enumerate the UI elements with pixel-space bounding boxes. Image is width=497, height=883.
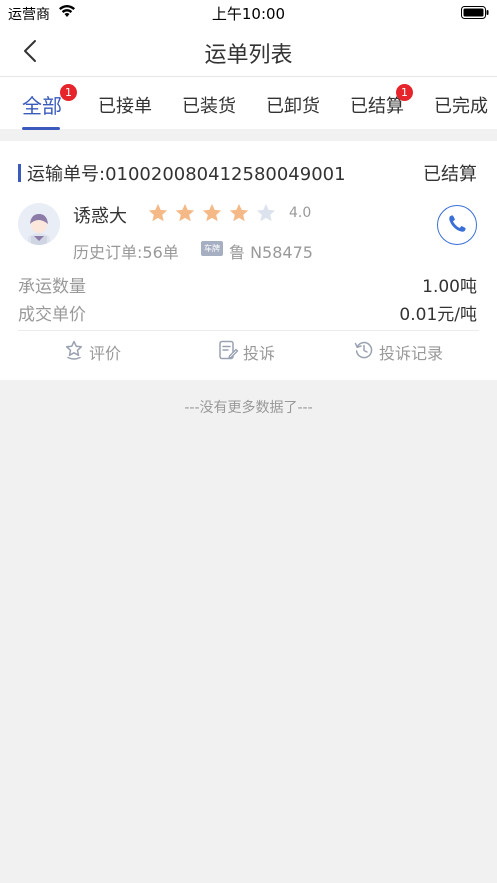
driver-name: 诱惑大 xyxy=(73,206,127,227)
status-tabs: 全部 1 已接单 已装货 已卸货 已结算 1 已完成 xyxy=(0,77,497,129)
complain-button[interactable]: 投诉 xyxy=(217,339,287,363)
tab-unloaded[interactable]: 已卸货 xyxy=(266,92,320,118)
star-icon xyxy=(202,203,222,222)
star-icon xyxy=(175,203,195,222)
unit-price-value: 0.01元/吨 xyxy=(399,305,477,325)
card-divider xyxy=(18,330,479,331)
complaint-history-label: 投诉记录 xyxy=(379,344,444,363)
avatar xyxy=(18,203,60,245)
complain-label: 投诉 xyxy=(243,344,276,363)
tab-all-badge: 1 xyxy=(60,84,77,101)
battery-icon xyxy=(461,6,489,19)
nav-bar: 运单列表 xyxy=(0,26,497,77)
no-more-data: ---没有更多数据了--- xyxy=(184,400,313,416)
license-plate-icon: 车牌 xyxy=(201,241,223,256)
page-title: 运单列表 xyxy=(204,43,293,68)
waybill-accent-bar xyxy=(18,164,21,182)
complaint-history-button[interactable]: 投诉记录 xyxy=(353,339,463,363)
driver-avatar-icon xyxy=(18,203,60,245)
tab-completed[interactable]: 已完成 xyxy=(434,92,488,118)
status-bar: 运营商 上午10:00 xyxy=(0,0,497,26)
quantity-value: 1.00吨 xyxy=(422,277,477,297)
tab-settled-badge: 1 xyxy=(396,84,413,101)
order-status: 已结算 xyxy=(423,164,477,185)
status-time: 上午10:00 xyxy=(211,5,286,23)
call-driver-button[interactable] xyxy=(437,205,477,245)
quantity-label: 承运数量 xyxy=(18,277,86,297)
tab-loaded[interactable]: 已装货 xyxy=(182,92,236,118)
history-icon xyxy=(354,341,373,359)
tab-all[interactable]: 全部 xyxy=(22,90,62,119)
complain-icon xyxy=(219,340,239,360)
rating-score: 4.0 xyxy=(289,205,312,221)
license-plate: 鲁 N58475 xyxy=(229,243,313,262)
active-tab-indicator xyxy=(22,127,60,130)
unit-price-label: 成交单价 xyxy=(18,305,86,325)
waybill-number: 运输单号:010020080412580049001 xyxy=(27,164,346,185)
phone-icon xyxy=(449,215,466,232)
tab-accepted[interactable]: 已接单 xyxy=(98,92,152,118)
review-icon xyxy=(65,340,83,360)
review-button[interactable]: 评价 xyxy=(63,339,133,363)
star-icon xyxy=(148,203,168,222)
history-orders: 历史订单:56单 xyxy=(73,243,179,262)
star-icon xyxy=(256,203,276,222)
review-label: 评价 xyxy=(89,344,122,363)
star-icon xyxy=(229,203,249,222)
